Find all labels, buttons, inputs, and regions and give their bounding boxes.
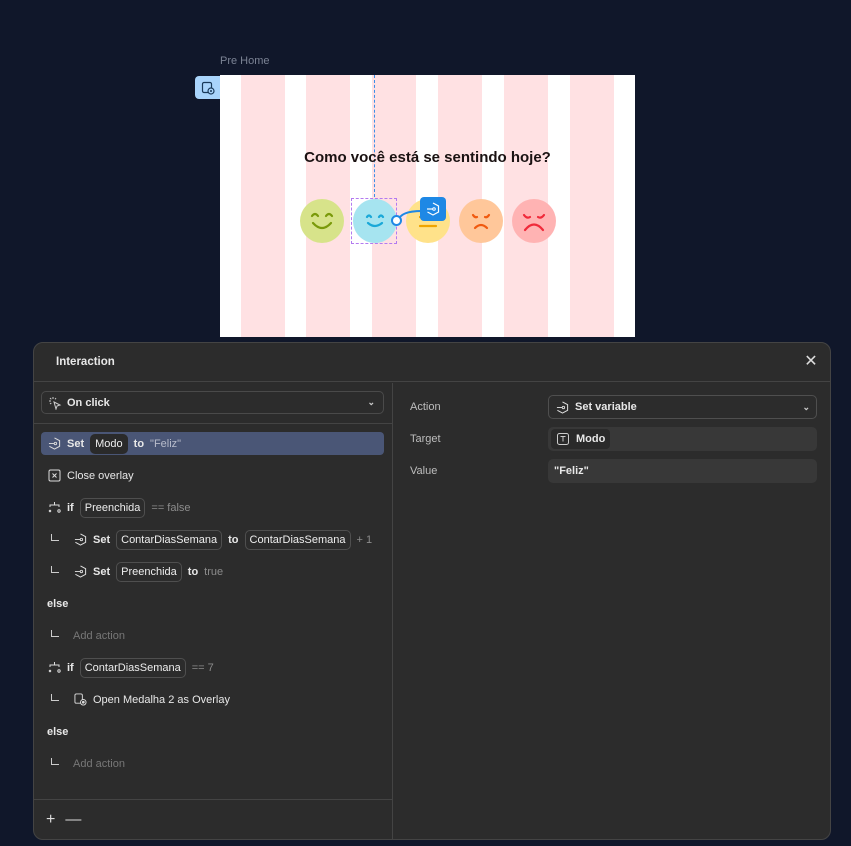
variable-pill[interactable]: Modo <box>90 433 128 454</box>
set-keyword: Set <box>93 533 111 546</box>
trigger-label: On click <box>67 396 110 409</box>
action-label: Open Medalha 2 as Overlay <box>93 693 230 706</box>
add-action-row[interactable]: Add action <box>41 624 384 647</box>
condition-text: == false <box>151 501 191 514</box>
action-row-close-overlay[interactable]: Close overlay <box>41 464 384 487</box>
value-label: Value <box>410 465 438 477</box>
emoji-very-sad[interactable] <box>512 199 556 243</box>
set-variable-icon[interactable] <box>420 197 446 221</box>
nest-elbow-icon <box>51 630 59 637</box>
add-button[interactable]: + <box>46 811 55 829</box>
overlay-frame-icon[interactable] <box>195 76 220 99</box>
divider <box>34 423 392 424</box>
action-row-set-preenchida[interactable]: Set Preenchida to true <box>41 560 384 583</box>
nest-elbow-icon <box>51 566 59 573</box>
variable-pill[interactable]: ContarDiasSemana <box>244 529 351 550</box>
action-dropdown[interactable]: Set variable ⌄ <box>548 395 817 419</box>
text-variable-icon <box>556 432 570 446</box>
add-action-row[interactable]: Add action <box>41 752 384 775</box>
panel-title: Interaction <box>34 343 830 382</box>
trigger-dropdown[interactable]: On click ⌄ <box>41 391 384 414</box>
frame-canvas[interactable]: Como você está se sentindo hoje? <box>220 75 635 337</box>
target-label: Target <box>410 433 441 445</box>
action-label: Action <box>410 401 441 413</box>
set-keyword: Set <box>67 437 85 450</box>
value-text: "Feliz" <box>150 437 182 450</box>
layout-grid-column <box>570 75 614 337</box>
set-variable-icon <box>47 437 61 451</box>
target-field[interactable]: Modo <box>548 427 817 451</box>
action-value: Set variable <box>575 401 637 413</box>
to-keyword: to <box>133 437 145 450</box>
action-row-set-modo[interactable]: Set Modo to "Feliz" <box>41 432 384 455</box>
action-label: Close overlay <box>67 469 134 482</box>
variable-pill[interactable]: Preenchida <box>79 497 146 518</box>
set-variable-icon <box>73 533 87 547</box>
guide-line <box>374 75 375 197</box>
connection-handle[interactable] <box>391 215 402 226</box>
variable-pill[interactable]: ContarDiasSemana <box>116 529 223 550</box>
else-row[interactable]: else <box>41 720 384 743</box>
condition-icon <box>47 661 61 675</box>
close-icon[interactable]: ✕ <box>804 354 818 370</box>
condition-text: == 7 <box>191 661 214 674</box>
action-row-if-preenchida[interactable]: if Preenchida == false <box>41 496 384 519</box>
to-keyword: to <box>187 565 199 578</box>
remove-button[interactable]: — <box>65 811 81 829</box>
else-keyword: else <box>47 725 69 738</box>
close-overlay-icon <box>47 469 61 483</box>
open-overlay-icon <box>73 693 87 707</box>
value-input[interactable]: "Feliz" <box>548 459 817 483</box>
if-keyword: if <box>67 661 74 674</box>
nest-elbow-icon <box>51 758 59 765</box>
interaction-panel: Interaction ✕ On click ⌄ Set Modo to "Fe… <box>33 342 831 840</box>
action-row-if-contar[interactable]: if ContarDiasSemana == 7 <box>41 656 384 679</box>
click-icon <box>48 396 62 410</box>
layout-grid-column <box>241 75 285 337</box>
target-pill[interactable]: Modo <box>551 429 611 449</box>
else-row[interactable]: else <box>41 592 384 615</box>
nest-elbow-icon <box>51 534 59 541</box>
variable-pill[interactable]: ContarDiasSemana <box>79 657 186 678</box>
target-value: Modo <box>576 433 606 445</box>
emoji-very-happy[interactable] <box>300 199 344 243</box>
else-keyword: else <box>47 597 69 610</box>
action-list: On click ⌄ Set Modo to "Feliz" Close ove… <box>34 383 393 839</box>
chevron-down-icon: ⌄ <box>802 401 810 412</box>
add-action-link[interactable]: Add action <box>73 630 125 642</box>
operator-text: + 1 <box>356 533 373 546</box>
action-row-open-overlay[interactable]: Open Medalha 2 as Overlay <box>41 688 384 711</box>
action-row-set-contar[interactable]: Set ContarDiasSemana to ContarDiasSemana… <box>41 528 384 551</box>
action-details: Action Set variable ⌄ Target Modo Value … <box>394 383 830 839</box>
value-text: true <box>204 565 224 578</box>
to-keyword: to <box>228 533 239 546</box>
set-variable-icon <box>555 400 569 414</box>
set-variable-icon <box>73 565 87 579</box>
list-footer: + — <box>34 799 392 839</box>
set-keyword: Set <box>93 565 111 578</box>
condition-icon <box>47 501 61 515</box>
nest-elbow-icon <box>51 694 59 701</box>
variable-pill[interactable]: Preenchida <box>116 561 182 582</box>
question-text: Como você está se sentindo hoje? <box>304 149 551 166</box>
emoji-sad[interactable] <box>459 199 503 243</box>
frame-label[interactable]: Pre Home <box>220 55 270 67</box>
add-action-link[interactable]: Add action <box>73 758 125 770</box>
if-keyword: if <box>67 501 74 514</box>
chevron-down-icon: ⌄ <box>367 397 375 407</box>
